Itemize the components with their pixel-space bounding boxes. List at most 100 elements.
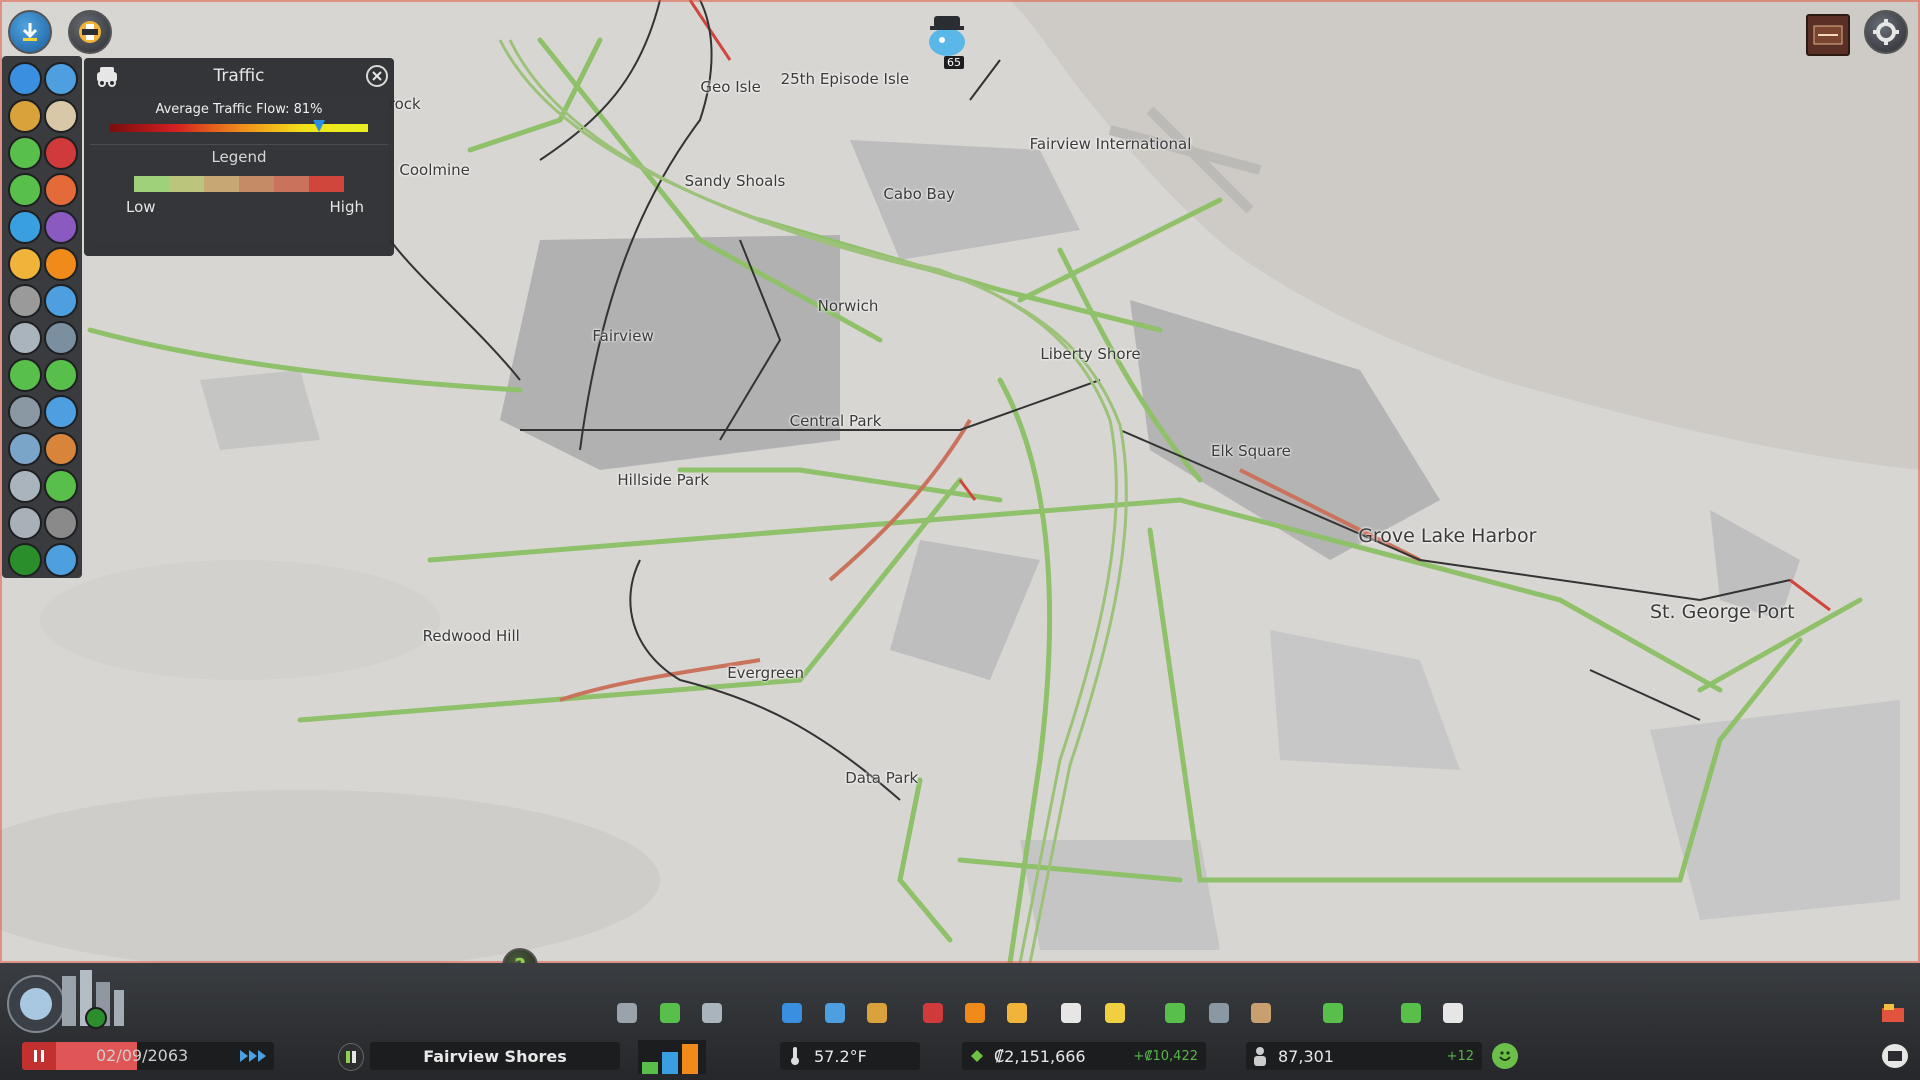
nature-icon[interactable]	[44, 358, 78, 392]
city-name-box[interactable]: Fairview Shores	[370, 1042, 620, 1070]
unique-buildings-icon[interactable]	[1246, 998, 1276, 1028]
monuments-icon[interactable]	[1204, 998, 1234, 1028]
roads-icon[interactable]	[612, 998, 642, 1028]
legend-swatch	[134, 176, 169, 192]
pollution-icon[interactable]	[44, 321, 78, 355]
smiley-icon	[1499, 1051, 1511, 1061]
district-label[interactable]: Grove Lake Harbor	[1358, 525, 1536, 547]
district-label[interactable]: Elk Square	[1211, 442, 1291, 460]
water-drop-icon[interactable]	[820, 998, 850, 1028]
speed-button[interactable]	[236, 1042, 272, 1070]
district-label[interactable]: Evergreen	[727, 664, 804, 682]
water-icon[interactable]	[44, 62, 78, 96]
district-label[interactable]: Sandy Shoals	[685, 172, 786, 190]
electricity-icon[interactable]	[8, 62, 42, 96]
parks-tree-icon[interactable]	[1160, 998, 1190, 1028]
happiness-indicator[interactable]	[1492, 1043, 1518, 1069]
snow-icon[interactable]	[8, 506, 42, 540]
day-progress-bar: 02/09/2063	[56, 1042, 236, 1070]
garbage-icon[interactable]	[8, 99, 42, 133]
camera-icon	[1882, 1004, 1904, 1022]
money-box[interactable]: ₡2,151,666 +₡10,422	[962, 1042, 1206, 1070]
date-speed-box: 02/09/2063	[22, 1042, 274, 1070]
close-button[interactable]	[366, 65, 388, 87]
panel-body: Average Traffic Flow: 81% Legend Low Hig…	[90, 94, 388, 244]
district-label[interactable]: Fairview	[592, 327, 653, 345]
filter-icon[interactable]	[44, 543, 78, 577]
city-info-button[interactable]	[338, 1043, 364, 1071]
garbage-bin-icon[interactable]	[862, 998, 892, 1028]
download-arrow-icon	[22, 23, 38, 41]
leisure-icon[interactable]	[44, 506, 78, 540]
district-label[interactable]: Coolmine	[399, 161, 470, 179]
education-book-icon[interactable]	[1056, 998, 1086, 1028]
panel-header: Traffic	[84, 58, 394, 94]
policies-icon[interactable]	[1438, 998, 1468, 1028]
district-label[interactable]: Data Park	[845, 769, 918, 787]
happiness-icon[interactable]	[8, 136, 42, 170]
pause-button[interactable]	[22, 1042, 56, 1070]
city-emblem[interactable]	[4, 968, 154, 1034]
district-label[interactable]: Cabo Bay	[883, 185, 955, 203]
money-icon[interactable]	[1396, 998, 1426, 1028]
district-label[interactable]: Central Park	[790, 412, 882, 430]
classics-logo-icon	[1813, 25, 1843, 45]
info-icon[interactable]	[8, 543, 42, 577]
firefighting-icon[interactable]	[960, 998, 990, 1028]
temperature: 57.2°F	[814, 1046, 867, 1066]
chirper-button[interactable]	[68, 10, 112, 54]
game-date: 02/09/2063	[96, 1046, 189, 1065]
traffic-icon[interactable]	[8, 210, 42, 244]
population-icon	[1254, 1047, 1266, 1066]
classics-button[interactable]	[1806, 14, 1850, 56]
district-label[interactable]: Norwich	[818, 297, 879, 315]
district-label[interactable]: Liberty Shore	[1040, 345, 1140, 363]
chat-button[interactable]	[1882, 1044, 1908, 1068]
info-bars-icon	[346, 1051, 356, 1063]
districts-icon[interactable]	[697, 998, 727, 1028]
commercial-demand	[662, 1052, 678, 1074]
average-flow-label: Average Traffic Flow: 81%	[155, 102, 323, 117]
district-label[interactable]: Redwood Hill	[423, 627, 520, 645]
finance-icon[interactable]	[8, 358, 42, 392]
landvalue-icon[interactable]	[8, 173, 42, 207]
district-label[interactable]: Fairview International	[1030, 135, 1192, 153]
district-label[interactable]: Geo Isle	[700, 78, 760, 96]
legend-title: Legend	[211, 148, 267, 166]
close-icon	[372, 71, 382, 81]
fire-icon[interactable]	[44, 247, 78, 281]
wind-icon[interactable]	[8, 395, 42, 429]
population-box[interactable]: 87,301 +12	[1246, 1042, 1482, 1070]
destruction-icon[interactable]	[44, 432, 78, 466]
district-label[interactable]: St. George Port	[1650, 601, 1795, 623]
district-label[interactable]: Hillside Park	[617, 471, 709, 489]
legend-swatch	[239, 176, 274, 192]
education-icon[interactable]	[8, 247, 42, 281]
crime-icon[interactable]	[8, 284, 42, 318]
rci-demand-meter[interactable]	[638, 1040, 706, 1074]
power-icon[interactable]	[777, 998, 807, 1028]
options-button[interactable]	[1864, 10, 1908, 54]
clock-icon[interactable]	[44, 395, 78, 429]
fuel-icon[interactable]	[44, 210, 78, 244]
health-icon[interactable]	[44, 136, 78, 170]
public-transport-icon[interactable]	[44, 284, 78, 318]
freecamera-button[interactable]	[1880, 1002, 1908, 1026]
road-icon[interactable]	[44, 469, 78, 503]
landscaping-icon[interactable]	[1318, 998, 1348, 1028]
traffic-routes-icon[interactable]	[44, 173, 78, 207]
terrain-icon[interactable]	[8, 432, 42, 466]
unlocks-button[interactable]	[8, 10, 52, 54]
population-change: +12	[1446, 1048, 1474, 1064]
transport-bus-icon[interactable]	[1100, 998, 1130, 1028]
car-icon	[97, 67, 117, 87]
citizen-mascot[interactable]: 65	[920, 8, 974, 69]
maintenance-icon[interactable]	[8, 469, 42, 503]
population-icon[interactable]	[8, 321, 42, 355]
population-count: 87,301	[1278, 1046, 1334, 1066]
buildings-icon[interactable]	[44, 99, 78, 133]
district-label[interactable]: 25th Episode Isle	[781, 70, 910, 88]
police-icon[interactable]	[1002, 998, 1032, 1028]
zoning-icon[interactable]	[655, 998, 685, 1028]
healthcare-icon[interactable]	[918, 998, 948, 1028]
